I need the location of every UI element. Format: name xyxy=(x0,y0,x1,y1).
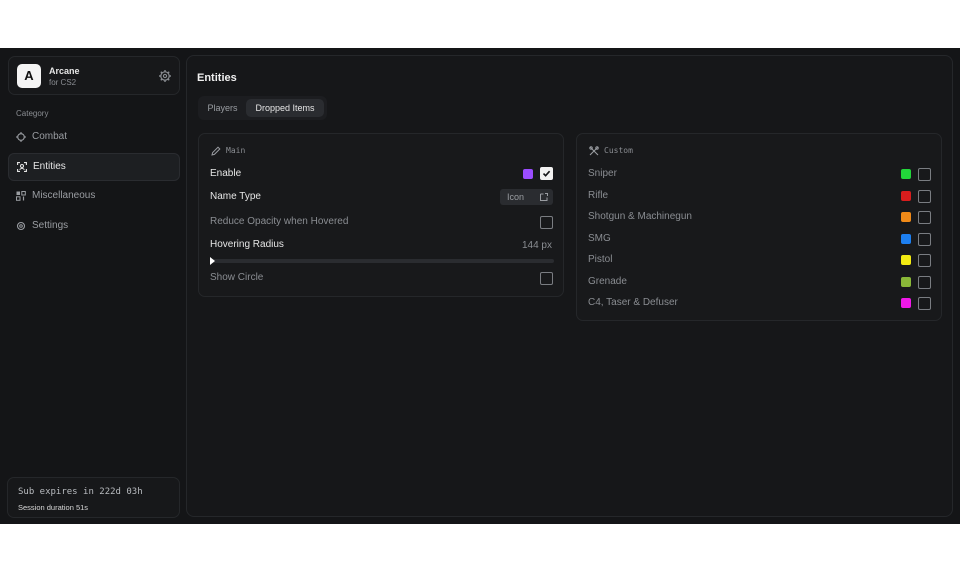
tab-bar: Players Dropped Items xyxy=(198,96,327,120)
name-type-value: Icon xyxy=(507,192,525,202)
hovering-radius-value: 144 px xyxy=(521,240,552,251)
pencil-icon xyxy=(211,146,221,156)
slider-thumb[interactable] xyxy=(210,257,215,265)
sidebar-item-settings[interactable]: Settings xyxy=(8,213,180,241)
custom-item-label: Sniper xyxy=(588,168,617,179)
custom-item-checkbox[interactable] xyxy=(918,233,931,246)
sidebar-item-label: Combat xyxy=(32,131,68,142)
app-logo: A xyxy=(17,64,41,88)
main-content: Entities Players Dropped Items Main Enab… xyxy=(186,55,953,517)
custom-item-label: Pistol xyxy=(588,254,613,265)
sidebar-item-entities[interactable]: Entities xyxy=(8,153,180,181)
enable-label: Enable xyxy=(210,168,242,179)
hovering-radius-label: Hovering Radius xyxy=(210,239,284,250)
app-subtitle: for CS2 xyxy=(49,78,77,87)
custom-item-label: Shotgun & Machinegun xyxy=(588,211,692,222)
subscription-expiry: Sub expires in 222d 03h xyxy=(18,487,143,497)
name-type-label: Name Type xyxy=(210,191,261,202)
name-type-select[interactable]: Icon xyxy=(500,189,553,205)
custom-panel: Custom Sniper Rifle Shotgun & Machinegun SM… xyxy=(576,133,942,321)
select-toggle-icon xyxy=(540,193,548,201)
main-panel: Main Enable Name Type Icon Reduce Opacit… xyxy=(198,133,564,297)
custom-item-color-swatch[interactable] xyxy=(901,212,911,222)
session-duration: Session duration 51s xyxy=(18,503,89,512)
gear-icon[interactable] xyxy=(158,69,172,83)
custom-item-color-swatch[interactable] xyxy=(901,191,911,201)
show-circle-label: Show Circle xyxy=(210,272,264,283)
app-name: Arcane xyxy=(49,66,80,76)
panel-title: Custom xyxy=(604,146,633,155)
custom-item-color-swatch[interactable] xyxy=(901,169,911,179)
sidebar-item-miscellaneous[interactable]: Miscellaneous xyxy=(8,183,180,211)
custom-item-checkbox[interactable] xyxy=(918,254,931,267)
enable-color-swatch[interactable] xyxy=(523,169,533,179)
reduce-opacity-checkbox[interactable] xyxy=(540,216,553,229)
custom-item-label: Rifle xyxy=(588,190,609,201)
subscription-info: Sub expires in 222d 03h Session duration… xyxy=(7,477,180,518)
custom-item-checkbox[interactable] xyxy=(918,168,931,181)
app-window: A Arcane for CS2 Category Combat Entitie… xyxy=(0,48,960,524)
category-label: Category xyxy=(16,109,49,118)
custom-item-checkbox[interactable] xyxy=(918,297,931,310)
custom-item-label: Grenade xyxy=(588,276,627,287)
sidebar-item-label: Settings xyxy=(32,220,69,231)
panel-title: Main xyxy=(226,146,246,155)
misc-icon xyxy=(16,191,26,201)
custom-item-checkbox[interactable] xyxy=(918,190,931,203)
hovering-radius-slider[interactable] xyxy=(210,257,554,265)
custom-item-label: SMG xyxy=(588,233,611,244)
custom-item-color-swatch[interactable] xyxy=(901,298,911,308)
sidebar-item-combat[interactable]: Combat xyxy=(8,124,180,152)
crosshair-icon xyxy=(16,132,26,142)
custom-item-color-swatch[interactable] xyxy=(901,234,911,244)
gear-icon xyxy=(16,221,26,231)
enable-checkbox[interactable] xyxy=(540,167,553,180)
custom-item-color-swatch[interactable] xyxy=(901,277,911,287)
checkmark-icon xyxy=(542,170,551,177)
sidebar: A Arcane for CS2 Category Combat Entitie… xyxy=(0,48,183,524)
page-title: Entities xyxy=(197,72,237,84)
custom-item-label: C4, Taser & Defuser xyxy=(588,297,678,308)
tab-dropped-items[interactable]: Dropped Items xyxy=(246,99,324,117)
brand-card: A Arcane for CS2 xyxy=(8,56,180,95)
custom-item-checkbox[interactable] xyxy=(918,276,931,289)
tools-icon xyxy=(589,146,599,156)
tab-players[interactable]: Players xyxy=(201,99,244,117)
show-circle-checkbox[interactable] xyxy=(540,272,553,285)
custom-item-color-swatch[interactable] xyxy=(901,255,911,265)
custom-item-checkbox[interactable] xyxy=(918,211,931,224)
reduce-opacity-label: Reduce Opacity when Hovered xyxy=(210,216,349,227)
sidebar-item-label: Entities xyxy=(33,161,66,172)
entity-scan-icon xyxy=(17,162,27,172)
sidebar-item-label: Miscellaneous xyxy=(32,190,96,201)
